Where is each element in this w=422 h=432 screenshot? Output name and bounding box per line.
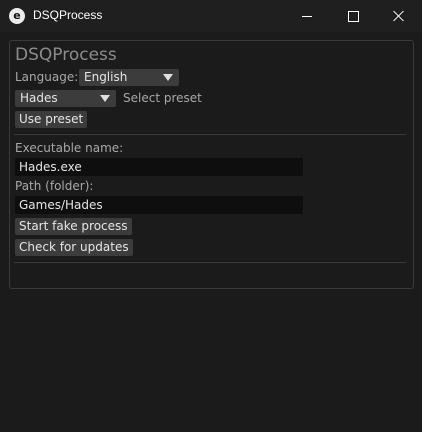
chevron-down-icon: [163, 74, 173, 81]
preset-select[interactable]: Hades: [15, 90, 116, 107]
close-button[interactable]: [376, 0, 422, 32]
path-field[interactable]: Games/Hades: [15, 196, 303, 214]
executable-field[interactable]: Hades.exe: [15, 158, 303, 176]
use-preset-button[interactable]: Use preset: [15, 111, 88, 128]
app-icon: e: [9, 8, 25, 24]
preset-hint: Select preset: [123, 91, 202, 105]
start-fake-process-button[interactable]: Start fake process: [15, 218, 132, 235]
check-updates-button[interactable]: Check for updates: [15, 239, 133, 256]
minimize-button[interactable]: [284, 0, 330, 32]
path-label: Path (folder):: [15, 179, 94, 193]
app-window: e DSQProcess DSQProcess Language: Englis…: [0, 0, 422, 432]
chevron-down-icon: [100, 95, 110, 102]
panel-heading: DSQProcess: [15, 45, 117, 65]
window-title: DSQProcess: [33, 8, 103, 22]
separator: [14, 134, 406, 135]
separator: [14, 262, 406, 263]
preset-select-value: Hades: [20, 91, 58, 105]
maximize-button[interactable]: [330, 0, 376, 32]
language-select[interactable]: English: [79, 69, 179, 86]
language-label: Language:: [15, 70, 79, 84]
close-icon: [393, 10, 405, 22]
maximize-icon: [347, 10, 359, 22]
executable-label: Executable name:: [15, 141, 124, 155]
minimize-icon: [302, 15, 312, 17]
title-bar[interactable]: e DSQProcess: [0, 0, 422, 32]
language-select-value: English: [84, 70, 128, 84]
